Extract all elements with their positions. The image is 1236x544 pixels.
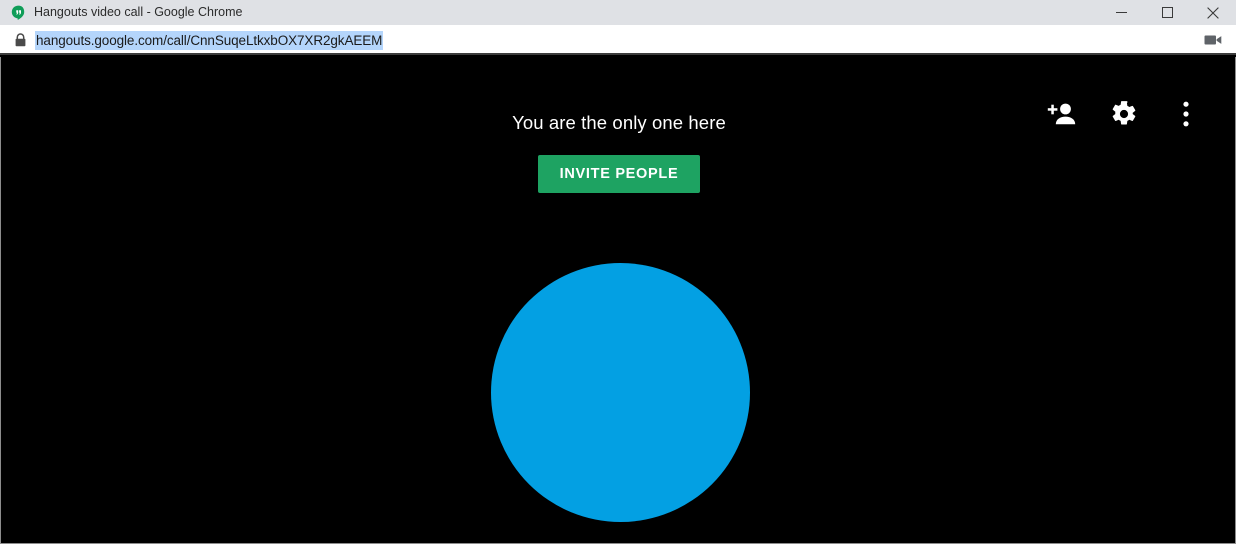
window-title: Hangouts video call - Google Chrome [34,5,243,19]
window-controls [1098,0,1236,25]
hangouts-call-viewport: You are the only one here INVITE PEOPLE [0,57,1236,544]
lock-icon [14,33,27,47]
address-bar[interactable]: hangouts.google.com/call/CnnSuqeLtkxbOX7… [0,25,1236,55]
invite-people-button[interactable]: INVITE PEOPLE [537,155,701,193]
chrome-browser-window: Hangouts video call - Google Chrome hang… [0,0,1236,544]
call-center-block: You are the only one here INVITE PEOPLE [1,57,1235,193]
hangouts-icon [11,5,26,20]
avatar [491,263,750,522]
title-bar: Hangouts video call - Google Chrome [0,0,1236,25]
video-camera-icon[interactable] [1204,33,1222,47]
call-status-text: You are the only one here [512,112,726,133]
url-text[interactable]: hangouts.google.com/call/CnnSuqeLtkxbOX7… [35,30,384,50]
close-button[interactable] [1190,0,1236,25]
url-input[interactable]: hangouts.google.com/call/CnnSuqeLtkxbOX7… [35,30,384,50]
minimize-button[interactable] [1098,0,1144,25]
maximize-button[interactable] [1144,0,1190,25]
